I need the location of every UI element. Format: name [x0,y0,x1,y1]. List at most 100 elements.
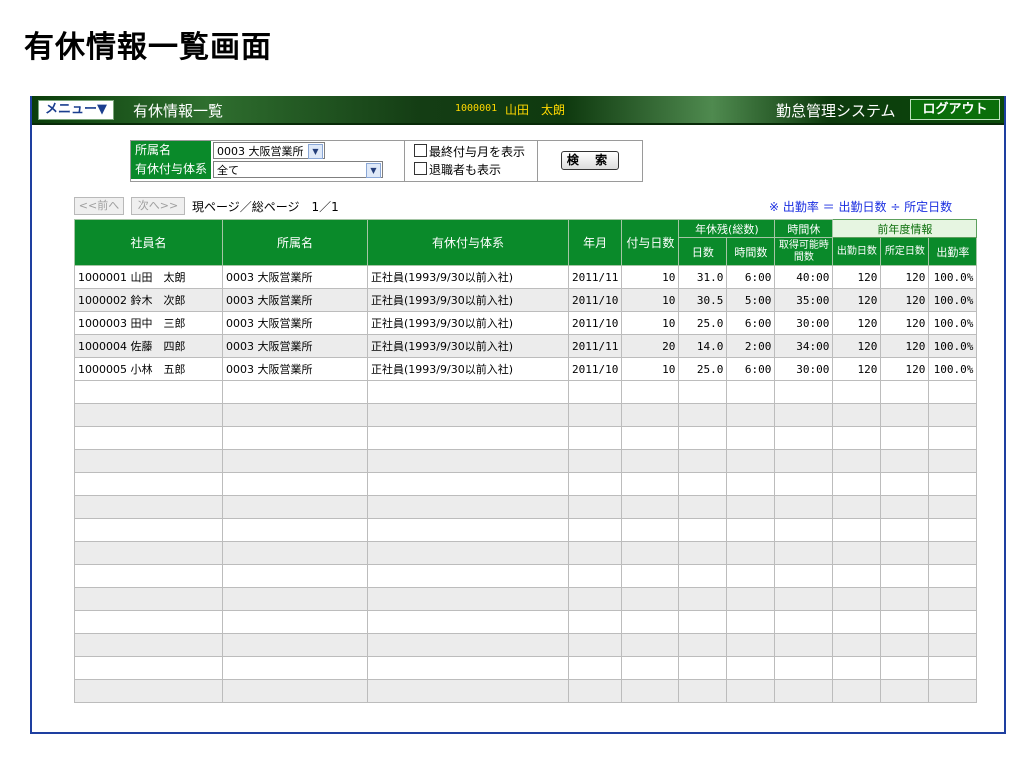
empty-cell [222,541,368,565]
cell-remaining-hours: 2:00 [726,334,776,358]
menu-button[interactable]: メニュー▼ [38,100,114,120]
empty-cell [222,656,368,680]
empty-cell [880,449,930,473]
empty-cell [678,518,728,542]
empty-cell [567,679,623,703]
empty-cell [621,564,680,588]
cell-prev-work-days: 120 [832,311,882,335]
header-remaining-days: 日数 [678,237,728,266]
table-row[interactable]: 1000005 小林 五郎 0003 大阪営業所 正社員(1993/9/30以前入社… [74,357,978,381]
empty-cell [928,541,978,565]
empty-cell [74,449,223,473]
empty-cell [880,679,930,703]
empty-cell [74,610,223,634]
empty-table-row [74,564,978,588]
empty-cell [774,541,834,565]
cell-prev-work-days: 120 [832,265,882,289]
empty-cell [222,380,368,404]
next-page-button[interactable]: 次へ>> [131,197,185,215]
empty-cell [367,403,569,427]
cell-prev-rate: 100.0% [928,311,978,335]
empty-cell [621,495,680,519]
empty-cell [774,403,834,427]
empty-cell [774,495,834,519]
header-prev-rate: 出勤率 [928,237,978,266]
cell-year-month: 2011/10 [567,357,623,381]
empty-cell [678,380,728,404]
cell-grant-days: 20 [621,334,680,358]
search-button[interactable]: 検 索 [561,151,619,170]
empty-table-row [74,495,978,519]
header-dept: 所属名 [222,219,368,266]
cell-dept: 0003 大阪営業所 [222,334,368,358]
empty-cell [678,656,728,680]
empty-cell [74,518,223,542]
cell-year-month: 2011/10 [567,311,623,335]
grant-system-select[interactable]: 全て ▼ [213,161,383,178]
empty-cell [222,587,368,611]
empty-cell [880,587,930,611]
cell-remaining-days: 25.0 [678,357,728,381]
cell-grant-system: 正社員(1993/9/30以前入社) [367,311,569,335]
cell-hourly-available: 40:00 [774,265,834,289]
logout-button[interactable]: ログアウト [910,99,1000,120]
empty-cell [74,587,223,611]
cell-employee: 1000003 田中 三郎 [74,311,223,335]
empty-cell [74,679,223,703]
empty-cell [621,587,680,611]
cell-grant-system: 正社員(1993/9/30以前入社) [367,265,569,289]
cell-grant-days: 10 [621,311,680,335]
empty-cell [567,380,623,404]
empty-cell [880,426,930,450]
empty-cell [832,564,882,588]
empty-cell [880,403,930,427]
cell-prev-scheduled-days: 120 [880,265,930,289]
empty-cell [621,656,680,680]
empty-cell [726,541,776,565]
empty-cell [621,403,680,427]
cell-prev-scheduled-days: 120 [880,311,930,335]
empty-cell [222,610,368,634]
empty-cell [832,587,882,611]
empty-table-row [74,587,978,611]
empty-cell [880,380,930,404]
empty-table-row [74,656,978,680]
chevron-down-icon: ▼ [366,163,381,178]
empty-cell [832,380,882,404]
empty-cell [678,426,728,450]
header-prev-year-group: 前年度情報 [832,219,978,238]
show-last-grant-checkbox[interactable]: 最終付与月を表示 [414,144,525,159]
empty-cell [367,656,569,680]
cell-hourly-available: 35:00 [774,288,834,312]
dept-select[interactable]: 0003 大阪営業所 ▼ [213,142,325,159]
empty-table-row [74,610,978,634]
empty-table-row [74,380,978,404]
system-name: 勤怠管理システム [776,102,896,120]
prev-page-button[interactable]: <<前へ [74,197,124,215]
table-row[interactable]: 1000001 山田 太朗 0003 大阪営業所 正社員(1993/9/30以前入社… [74,265,978,289]
empty-cell [367,426,569,450]
table-row[interactable]: 1000003 田中 三郎 0003 大阪営業所 正社員(1993/9/30以前入社… [74,311,978,335]
empty-cell [928,587,978,611]
empty-cell [832,518,882,542]
empty-cell [367,518,569,542]
empty-cell [222,403,368,427]
show-retired-checkbox[interactable]: 退職者も表示 [414,162,501,177]
empty-cell [832,610,882,634]
empty-cell [880,518,930,542]
empty-cell [928,472,978,496]
user-name: 山田 太朗 [505,103,566,117]
cell-prev-rate: 100.0% [928,334,978,358]
table-row[interactable]: 1000004 佐藤 四郎 0003 大阪営業所 正社員(1993/9/30以前入社… [74,334,978,358]
empty-cell [222,449,368,473]
empty-cell [222,472,368,496]
empty-cell [222,679,368,703]
table-row[interactable]: 1000002 鈴木 次郎 0003 大阪営業所 正社員(1993/9/30以前入社… [74,288,978,312]
empty-cell [621,472,680,496]
empty-cell [928,518,978,542]
empty-cell [222,564,368,588]
empty-cell [621,679,680,703]
show-retired-label: 退職者も表示 [429,163,502,177]
empty-cell [726,587,776,611]
cell-grant-system: 正社員(1993/9/30以前入社) [367,334,569,358]
